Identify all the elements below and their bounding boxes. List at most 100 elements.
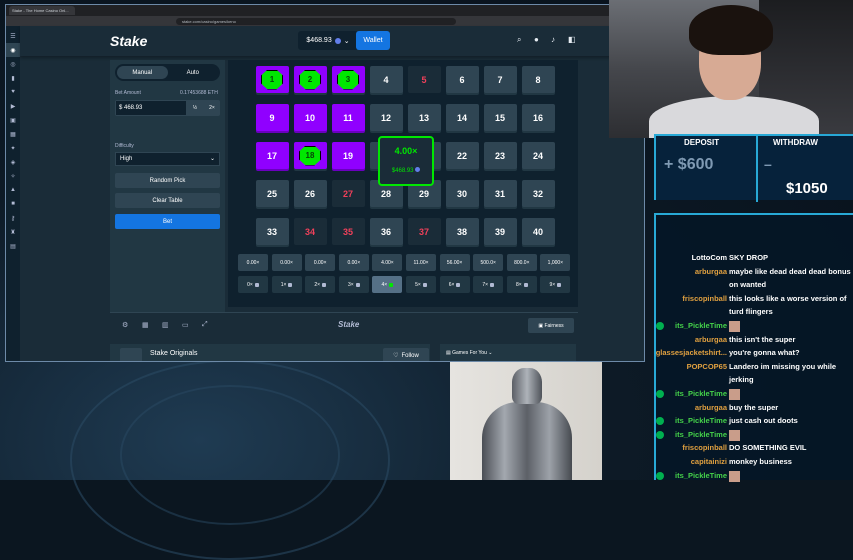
cards-icon[interactable]: ▣	[6, 113, 20, 127]
keno-tile[interactable]: 31	[483, 180, 517, 207]
heart-icon[interactable]: ♥	[6, 85, 20, 99]
random-pick-button[interactable]: Random Pick	[115, 173, 220, 188]
chat-username[interactable]: its_PickleTime	[675, 471, 727, 480]
stake-logo[interactable]: Stake	[110, 33, 147, 49]
keno-tile[interactable]: 1	[255, 66, 289, 93]
chat-username[interactable]: LottoCom	[692, 253, 727, 262]
chat-username[interactable]: its_PickleTime	[675, 321, 727, 330]
chat-username[interactable]: arburgaa	[695, 403, 727, 412]
menu-icon[interactable]: ☰	[6, 29, 20, 43]
keno-tile[interactable]: 8	[521, 66, 555, 93]
layout-icon[interactable]: ▦	[142, 321, 149, 329]
keno-tile[interactable]: 9	[255, 104, 289, 131]
keno-tile[interactable]: 36	[369, 218, 403, 245]
wallet-button[interactable]: Wallet	[356, 31, 390, 50]
dice-icon[interactable]: ▦	[6, 127, 20, 141]
keno-tile[interactable]: 13	[407, 104, 441, 131]
games-for-you-select[interactable]: ▤ Games For You ⌄	[440, 344, 576, 361]
keno-tile[interactable]: 18	[293, 142, 327, 169]
chat-username[interactable]: arburgaa	[695, 267, 727, 276]
keno-tile[interactable]: 26	[293, 180, 327, 207]
trophy-icon[interactable]: ♜	[6, 225, 20, 239]
bookmark-icon[interactable]: ▮	[6, 71, 20, 85]
keno-tile[interactable]: 39	[483, 218, 517, 245]
double-button[interactable]: 2×	[204, 101, 220, 115]
settings-icon[interactable]: ⚙	[122, 321, 128, 329]
keno-tile[interactable]: 40	[521, 218, 555, 245]
keno-tile[interactable]: 19	[331, 142, 365, 169]
keno-tile[interactable]: 5	[407, 66, 441, 93]
keno-tile[interactable]: 10	[293, 104, 327, 131]
keno-tile[interactable]: 11	[331, 104, 365, 131]
verified-badge-icon	[656, 471, 664, 480]
gift-icon[interactable]: ✦	[6, 141, 20, 155]
keno-tile[interactable]: 15	[483, 104, 517, 131]
chip-icon[interactable]: ◈	[6, 155, 20, 169]
fullscreen-icon[interactable]: ⤢	[202, 321, 208, 329]
fire-icon[interactable]: ▲	[6, 183, 20, 197]
keno-tile[interactable]: 38	[445, 218, 479, 245]
gem-icon	[389, 282, 394, 287]
search-icon[interactable]: ⌕	[517, 35, 521, 45]
url-field[interactable]: stake.com/casino/games/keno	[176, 17, 456, 25]
stats-icon[interactable]: ▥	[162, 321, 169, 329]
auto-tab[interactable]: Auto	[168, 66, 219, 79]
bell-icon[interactable]: ♪	[551, 35, 555, 44]
keno-tile[interactable]: 32	[521, 180, 555, 207]
keno-tile[interactable]: 25	[255, 180, 289, 207]
payout-multiplier: 0.00×	[238, 254, 268, 271]
keno-tile[interactable]: 2	[293, 66, 327, 93]
chat-username[interactable]: its_PickleTime	[675, 416, 727, 425]
keno-tile[interactable]: 24	[521, 142, 555, 169]
follow-button[interactable]: ♡ Follow	[383, 348, 429, 361]
gem-icon	[322, 282, 327, 287]
chat-username[interactable]: POPCOP65	[687, 362, 727, 371]
browser-tab[interactable]: Stake - The Home Casino Onl...	[9, 6, 75, 15]
chat-username[interactable]: friscopinball	[682, 443, 727, 452]
shop-icon[interactable]: ■	[6, 197, 20, 211]
chat-message: arburgaa buy the super	[656, 403, 853, 417]
chat-username[interactable]: glassesjacketshirt...	[656, 348, 727, 357]
chat-username[interactable]: arburgaa	[695, 335, 727, 344]
fairness-button[interactable]: ▣ Fairness	[528, 318, 574, 333]
half-button[interactable]: ½	[187, 101, 203, 115]
keno-tile[interactable]: 14	[445, 104, 479, 131]
play-icon[interactable]: ▶	[6, 99, 20, 113]
balance-selector[interactable]: $468.93 ⌄	[298, 31, 358, 50]
keno-tile[interactable]: 17	[255, 142, 289, 169]
chat-toggle-icon[interactable]: ◧	[568, 35, 576, 44]
keno-tile[interactable]: 7	[483, 66, 517, 93]
keno-tile[interactable]: 16	[521, 104, 555, 131]
knight-armor-image	[450, 362, 602, 480]
chat-username[interactable]: capitainizi	[691, 457, 727, 466]
keno-tile[interactable]: 4	[369, 66, 403, 93]
manual-tab[interactable]: Manual	[117, 66, 168, 79]
keno-tile[interactable]: 34	[293, 218, 327, 245]
keno-tile[interactable]: 12	[369, 104, 403, 131]
chat-username[interactable]: its_PickleTime	[675, 430, 727, 439]
bet-amount-input[interactable]: $ 468.93	[116, 101, 186, 115]
key-icon[interactable]: ⚷	[6, 211, 20, 225]
keno-tile[interactable]: 22	[445, 142, 479, 169]
star-icon[interactable]: ✧	[6, 169, 20, 183]
chat-username[interactable]: friscopinball	[682, 294, 727, 303]
games-for-you-label: Games For You	[452, 350, 487, 356]
sports-icon[interactable]: ◎	[6, 57, 20, 71]
keno-tile[interactable]: 6	[445, 66, 479, 93]
keno-tile[interactable]: 33	[255, 218, 289, 245]
keno-tile[interactable]: 37	[407, 218, 441, 245]
chat-username[interactable]: its_PickleTime	[675, 389, 727, 398]
keno-tile[interactable]: 30	[445, 180, 479, 207]
keno-tile[interactable]: 35	[331, 218, 365, 245]
building-icon[interactable]: ▤	[6, 239, 20, 253]
casino-icon[interactable]: ◉	[6, 43, 20, 57]
clear-table-button[interactable]: Clear Table	[115, 193, 220, 208]
bet-button[interactable]: Bet	[115, 214, 220, 229]
keno-tile[interactable]: 3	[331, 66, 365, 93]
theatre-icon[interactable]: ▭	[182, 321, 189, 329]
keno-tile[interactable]: 27	[331, 180, 365, 207]
hit-count: 2×	[305, 276, 336, 293]
user-icon[interactable]: ●	[534, 35, 539, 44]
keno-tile[interactable]: 23	[483, 142, 517, 169]
difficulty-select[interactable]: High ⌄	[115, 152, 220, 166]
